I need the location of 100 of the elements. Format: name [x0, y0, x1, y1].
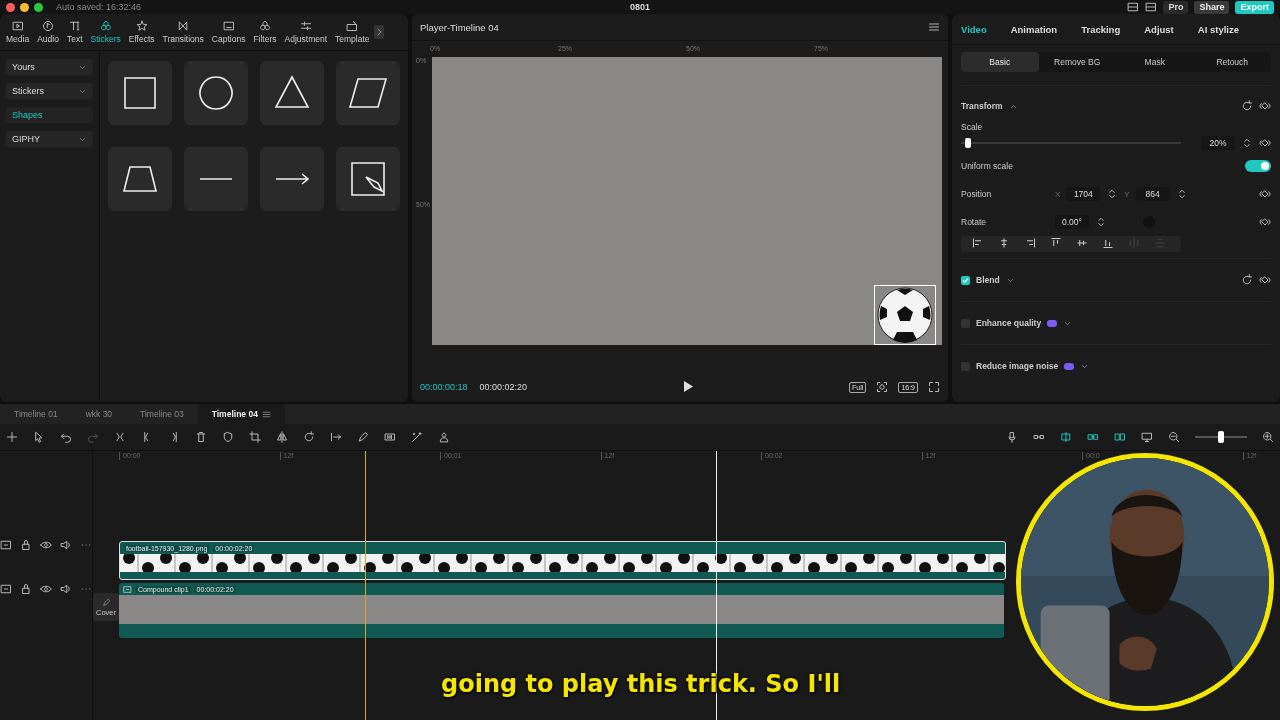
minimize-window-button[interactable]: [20, 2, 29, 12]
mic-icon[interactable]: [1006, 431, 1018, 443]
shape-tile[interactable]: [184, 61, 248, 125]
timeline-tab[interactable]: wkk 30: [71, 404, 127, 424]
split-button[interactable]: [114, 431, 126, 443]
keyframe-icon[interactable]: [1259, 274, 1271, 286]
zoom-in-icon[interactable]: [1262, 431, 1274, 443]
scale-value[interactable]: 20%: [1201, 136, 1235, 150]
speaker-icon[interactable]: [60, 583, 72, 595]
asset-tab[interactable]: Text: [62, 20, 87, 44]
rotate-field[interactable]: 0.00°: [1055, 215, 1089, 229]
field-label: Rotate: [961, 217, 988, 227]
scan-icon[interactable]: [876, 381, 889, 393]
asset-tab[interactable]: Stickers: [86, 20, 125, 44]
shape-tile[interactable]: [336, 147, 400, 211]
inspector-tab[interactable]: Video: [961, 23, 987, 35]
add-button[interactable]: [6, 431, 18, 443]
slider-thumb[interactable]: [964, 138, 971, 148]
share-button[interactable]: Share: [1194, 0, 1230, 14]
slider-thumb[interactable]: [1218, 431, 1224, 443]
keyframe-icon[interactable]: [1259, 137, 1271, 149]
crop-button[interactable]: [249, 431, 261, 443]
speaker-icon[interactable]: [60, 539, 72, 551]
chevron-right-icon[interactable]: [373, 25, 384, 39]
toggle-button[interactable]: [1087, 431, 1099, 443]
undo-button[interactable]: [60, 431, 72, 443]
rotate-button[interactable]: [303, 431, 315, 443]
timeline-tab[interactable]: Timeline 01: [0, 404, 72, 424]
asset-tab[interactable]: Filters: [249, 20, 281, 44]
lock-icon[interactable]: [20, 583, 32, 595]
frame-icon[interactable]: [0, 583, 12, 595]
eye-icon[interactable]: [40, 539, 52, 551]
keyframe-icon[interactable]: [1259, 188, 1271, 200]
inspector-tab[interactable]: Animation: [1010, 23, 1058, 35]
fullscreen-icon[interactable]: [928, 381, 940, 393]
toggle-switch[interactable]: [1245, 160, 1271, 172]
category-item[interactable]: Stickers: [6, 83, 93, 99]
reset-icon[interactable]: [1241, 100, 1253, 112]
shield-button[interactable]: [222, 431, 234, 443]
pro-button[interactable]: Pro: [1163, 0, 1189, 14]
layout-icon[interactable]: [1145, 1, 1158, 13]
sub-tab[interactable]: Mask: [1116, 52, 1194, 72]
current-time: 00:00:00:18: [420, 382, 468, 392]
cursor-button[interactable]: [33, 431, 45, 443]
bowtie-icon: [177, 20, 190, 32]
asset-tab[interactable]: Media: [2, 20, 34, 44]
inspector-tab[interactable]: Adjust: [1144, 23, 1174, 35]
layout-icon[interactable]: [1127, 1, 1140, 13]
inspector-tab[interactable]: AI stylize: [1197, 23, 1239, 35]
shape-tile[interactable]: [184, 147, 248, 211]
frame-icon[interactable]: [0, 539, 12, 551]
category-item[interactable]: GIPHY: [6, 131, 93, 147]
shape-tile[interactable]: [108, 147, 172, 211]
freeze-button[interactable]: [330, 431, 342, 443]
shape-tile[interactable]: [108, 61, 172, 125]
reset-icon[interactable]: [1241, 274, 1253, 286]
asset-tab[interactable]: Effects: [124, 20, 159, 44]
eye-icon[interactable]: [40, 583, 52, 595]
menu-icon[interactable]: [928, 21, 940, 33]
option-label: Enhance quality: [976, 318, 1042, 328]
inspector-tab[interactable]: Tracking: [1081, 23, 1121, 35]
person-button[interactable]: [438, 431, 450, 443]
soccer-ball-drawing[interactable]: [874, 285, 936, 345]
lock-icon[interactable]: [20, 539, 32, 551]
stepper-icon[interactable]: [1241, 137, 1253, 149]
asset-tab[interactable]: Adjustment: [280, 20, 332, 44]
position-y-field[interactable]: 864: [1135, 187, 1170, 201]
magic-wand-button[interactable]: [411, 431, 423, 443]
shape-tile[interactable]: [260, 61, 324, 125]
toggle-button[interactable]: [1114, 431, 1126, 443]
maximize-window-button[interactable]: [34, 2, 43, 12]
close-window-button[interactable]: [6, 2, 15, 12]
keyframe-icon[interactable]: [1259, 216, 1271, 228]
shape-tile[interactable]: [336, 61, 400, 125]
asset-tab[interactable]: Captions: [207, 20, 250, 44]
asset-tab[interactable]: Template: [331, 20, 374, 44]
sub-tab[interactable]: Retouch: [1193, 52, 1271, 72]
position-x-field[interactable]: 1704: [1066, 187, 1101, 201]
align-icon: [1128, 236, 1140, 249]
checkbox[interactable]: [961, 275, 970, 285]
asset-tab[interactable]: Transitions: [158, 20, 208, 44]
mirror-button[interactable]: [276, 431, 288, 443]
pen-button[interactable]: [357, 431, 369, 443]
category-item[interactable]: Yours: [6, 59, 93, 75]
autosave-status: Auto saved: 16:32:46: [56, 2, 142, 12]
star-icon: [135, 20, 148, 32]
play-button[interactable]: [683, 379, 694, 395]
zoom-out-icon[interactable]: [1168, 431, 1180, 443]
hd-button[interactable]: [384, 431, 396, 443]
timeline-tab[interactable]: Timeline 03: [126, 404, 198, 424]
asset-tab[interactable]: Audio: [33, 20, 63, 44]
preview-icon[interactable]: [1141, 431, 1153, 443]
timeline-tab[interactable]: Timeline 04: [197, 404, 285, 424]
delete-button[interactable]: [195, 431, 207, 443]
stepper-icon[interactable]: [1095, 216, 1107, 228]
keyframe-icon[interactable]: [1259, 100, 1271, 112]
shape-tile[interactable]: [260, 147, 324, 211]
sub-tab[interactable]: Basic: [961, 52, 1039, 72]
sub-tab[interactable]: Remove BG: [1038, 52, 1116, 72]
category-item[interactable]: Shapes: [6, 107, 93, 123]
